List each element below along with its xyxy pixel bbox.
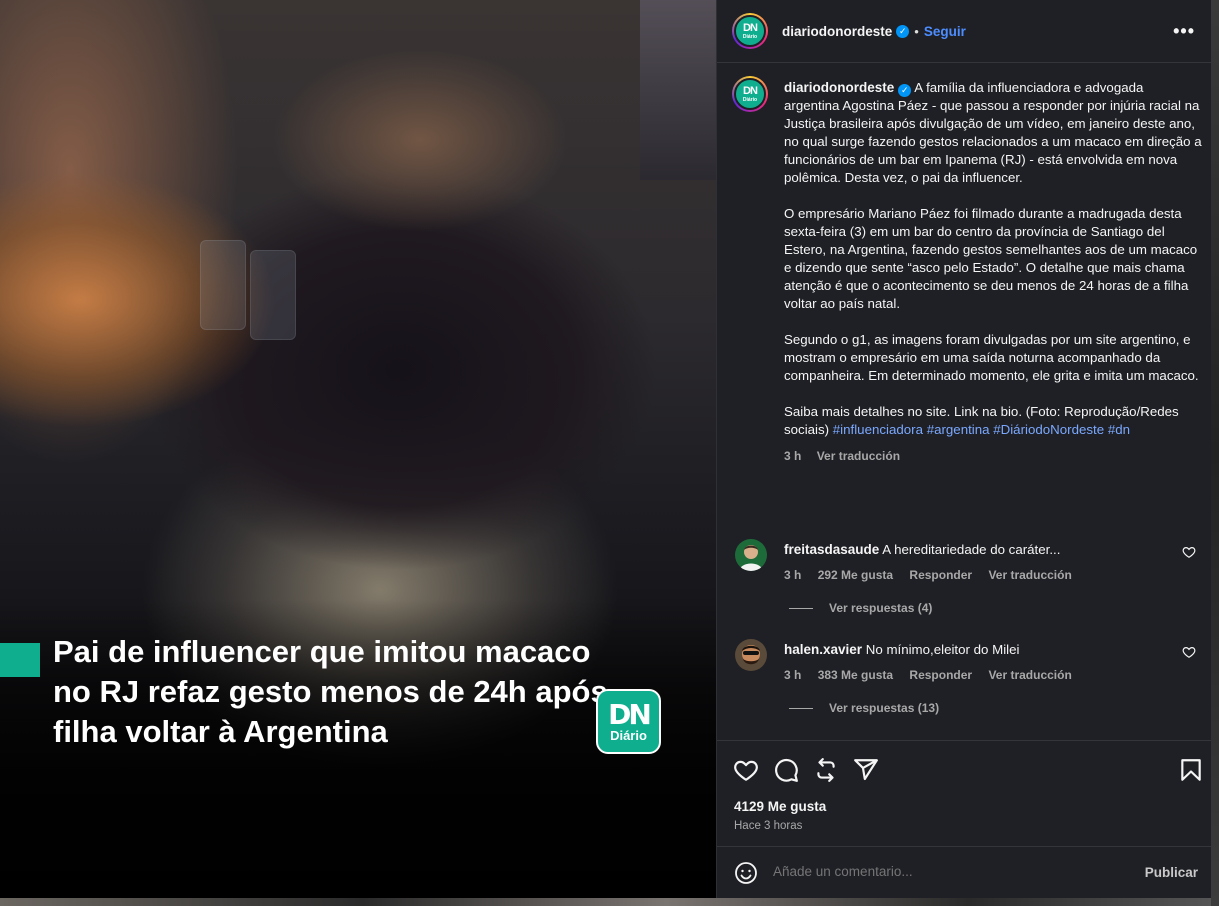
avatar[interactable]: DN Diário bbox=[732, 13, 768, 49]
post-header: DN Diário diariodonordeste ✓ • Seguir ••… bbox=[717, 0, 1212, 63]
replies-line bbox=[789, 707, 813, 709]
comment-time: 3 h bbox=[784, 668, 802, 682]
reply-button[interactable]: Responder bbox=[909, 668, 972, 682]
replies-line bbox=[789, 607, 813, 609]
caption-accent-bar bbox=[0, 643, 40, 677]
comment-likes[interactable]: 383 Me gusta bbox=[818, 668, 893, 682]
post-username[interactable]: diariodonordeste bbox=[784, 80, 894, 95]
media-caption: Pai de influencer que imitou macaco no R… bbox=[53, 634, 608, 749]
verified-icon: ✓ bbox=[898, 84, 912, 97]
background-glass bbox=[250, 250, 296, 340]
view-replies[interactable]: Ver respuestas (4) bbox=[789, 601, 932, 615]
emoji-icon[interactable] bbox=[734, 861, 758, 885]
view-replies[interactable]: Ver respuestas (13) bbox=[789, 701, 939, 715]
like-comment-heart-icon[interactable] bbox=[1182, 645, 1196, 659]
comment-likes[interactable]: 292 Me gusta bbox=[818, 568, 893, 582]
commenter-avatar[interactable] bbox=[735, 539, 767, 571]
comment-meta: 3 h 383 Me gusta Responder Ver traducció… bbox=[784, 668, 1085, 682]
more-icon[interactable]: ••• bbox=[1173, 21, 1195, 42]
hashtag-link[interactable]: #dn bbox=[1108, 422, 1130, 437]
avatar-logo-sub: Diário bbox=[742, 33, 758, 40]
comment-input[interactable] bbox=[773, 864, 1093, 879]
bookmark-icon[interactable] bbox=[1178, 757, 1204, 783]
hashtag-link[interactable]: #argentina bbox=[927, 422, 990, 437]
post-caption-text: diariodonordeste ✓ A família da influenci… bbox=[784, 79, 1202, 465]
avatar[interactable]: DN Diário bbox=[732, 76, 768, 112]
verified-icon: ✓ bbox=[896, 24, 910, 38]
comment-composer: Publicar bbox=[717, 846, 1212, 898]
comment-content: A hereditariedade do caráter... bbox=[882, 542, 1061, 557]
header-username[interactable]: diariodonordeste bbox=[782, 24, 892, 39]
repost-icon[interactable] bbox=[813, 757, 839, 783]
post-paragraph: O empresário Mariano Páez foi filmado du… bbox=[784, 206, 1198, 311]
commenter-avatar[interactable] bbox=[735, 639, 767, 671]
post-side-panel: DN Diário diariodonordeste ✓ • Seguir ••… bbox=[716, 0, 1212, 898]
avatar-logo-sub: Diário bbox=[742, 96, 758, 103]
translate-link[interactable]: Ver traducción bbox=[817, 449, 900, 463]
diario-logo: DN Diário bbox=[596, 689, 661, 754]
background-window-strip bbox=[1211, 0, 1219, 906]
translate-link[interactable]: Ver traducción bbox=[988, 568, 1071, 582]
reply-button[interactable]: Responder bbox=[909, 568, 972, 582]
post-paragraph: Segundo o g1, as imagens foram divulgada… bbox=[784, 332, 1199, 383]
hashtag-link[interactable]: #influenciadora bbox=[833, 422, 923, 437]
hashtag-link[interactable]: #DiáriodoNordeste bbox=[993, 422, 1104, 437]
comment-text: freitasdasaude A hereditariedade do cará… bbox=[784, 541, 1164, 559]
view-replies-label[interactable]: Ver respuestas (13) bbox=[829, 701, 939, 715]
comment-text: halen.xavier No mínimo,eleitor do Milei bbox=[784, 641, 1164, 659]
publish-button[interactable]: Publicar bbox=[1145, 865, 1198, 880]
avatar-logo-text: DN bbox=[743, 84, 758, 97]
logo-sub-text: Diário bbox=[610, 727, 647, 743]
comment-time: 3 h bbox=[784, 568, 802, 582]
heart-icon[interactable] bbox=[733, 757, 759, 783]
background-glass bbox=[200, 240, 246, 330]
comments-scroll-area[interactable]: DN Diário diariodonordeste ✓ A família da… bbox=[717, 64, 1212, 740]
post-actions: 4129 Me gusta Hace 3 horas bbox=[717, 740, 1212, 846]
comment-username[interactable]: freitasdasaude bbox=[784, 542, 879, 557]
comment-meta: 3 h 292 Me gusta Responder Ver traducció… bbox=[784, 568, 1085, 582]
follow-button[interactable]: Seguir bbox=[924, 24, 966, 39]
like-comment-heart-icon[interactable] bbox=[1182, 545, 1196, 559]
like-count[interactable]: 4129 Me gusta bbox=[734, 799, 826, 814]
post-time: 3 h bbox=[784, 449, 802, 463]
translate-link[interactable]: Ver traducción bbox=[988, 668, 1071, 682]
post-paragraph: A família da influenciadora e advogada a… bbox=[784, 80, 1202, 185]
post-media[interactable]: Pai de influencer que imitou macaco no R… bbox=[0, 0, 716, 898]
logo-main-text: DN bbox=[608, 697, 652, 731]
view-replies-label[interactable]: Ver respuestas (4) bbox=[829, 601, 932, 615]
comment-username[interactable]: halen.xavier bbox=[784, 642, 862, 657]
share-icon[interactable] bbox=[853, 757, 879, 783]
avatar-logo-text: DN bbox=[743, 21, 758, 34]
background-screen bbox=[640, 0, 716, 180]
background-window-strip bbox=[0, 898, 1211, 906]
header-separator: • bbox=[914, 23, 919, 39]
post-meta: 3 h Ver traducción bbox=[784, 447, 1202, 465]
post-timestamp[interactable]: Hace 3 horas bbox=[734, 820, 802, 832]
comment-icon[interactable] bbox=[773, 757, 799, 783]
comment-content: No mínimo,eleitor do Milei bbox=[865, 642, 1020, 657]
